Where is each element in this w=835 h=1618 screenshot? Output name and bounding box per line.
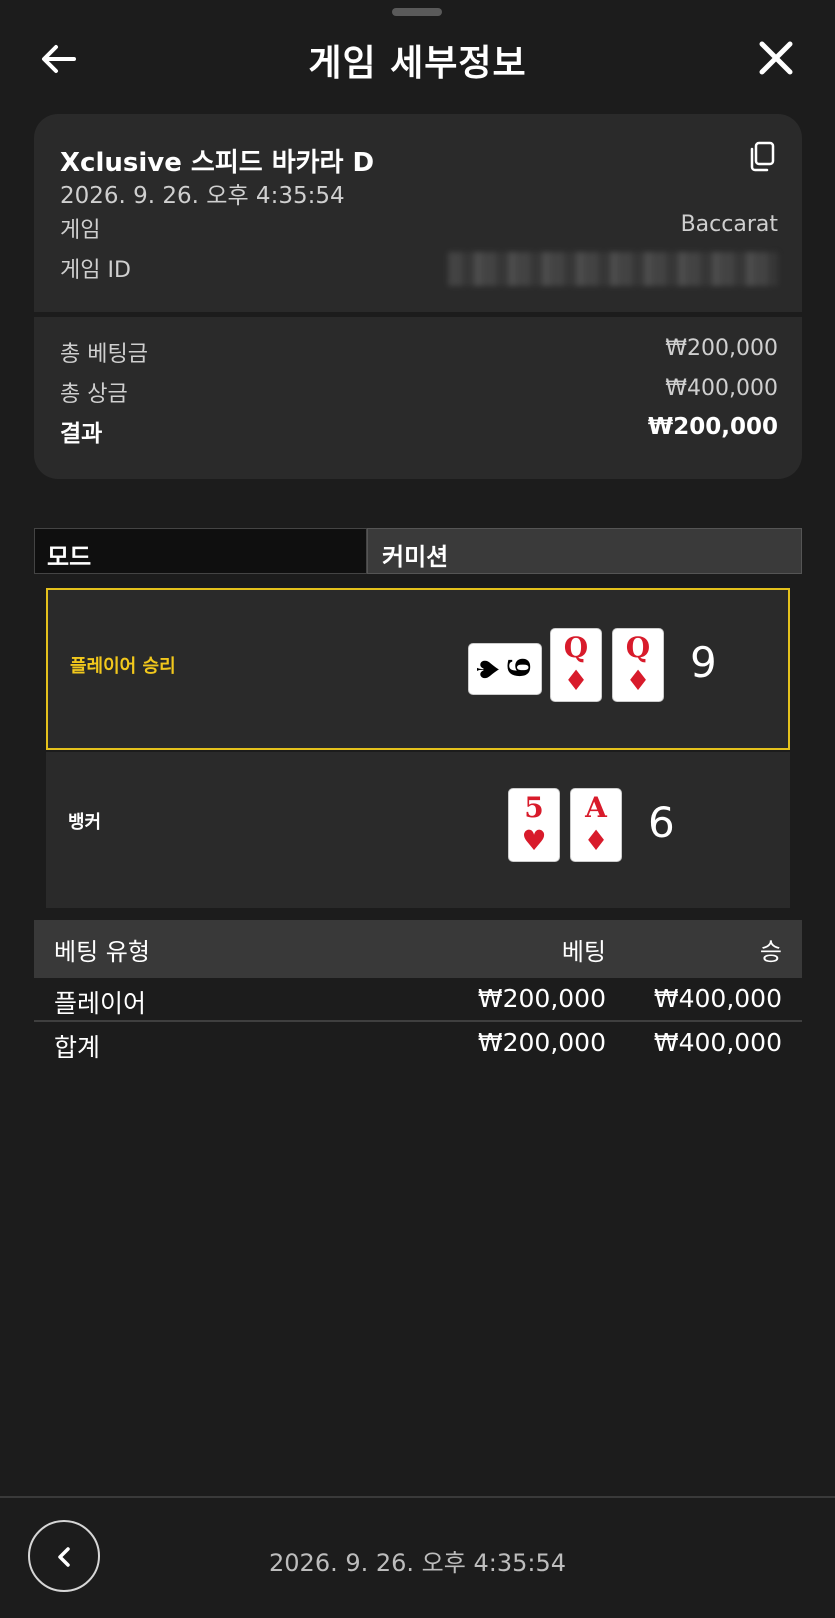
- mode-bar: 모드 커미션: [34, 528, 802, 574]
- total-prize-label: 총 상금: [60, 382, 128, 407]
- total-bet-row: 총 베팅금 ₩200,000: [60, 336, 778, 368]
- card-rank: 5: [524, 791, 544, 824]
- close-button[interactable]: [754, 36, 798, 80]
- player-hand-label: 플레이어 승리: [70, 656, 176, 677]
- close-icon: [759, 41, 793, 75]
- bet-type-cell: 합계: [54, 1033, 101, 1062]
- bet-amount-cell: ₩200,000: [477, 1028, 606, 1057]
- game-details-page: 게임 세부정보 Xclusive 스피드 바카라 D 2026. 9. 26. …: [0, 0, 835, 1618]
- total-prize-row: 총 상금 ₩400,000: [60, 376, 778, 408]
- banker-card-1: 5 ♥: [508, 788, 560, 862]
- total-prize-value: ₩400,000: [665, 376, 778, 401]
- card-divider: [34, 312, 802, 317]
- total-bet-value: ₩200,000: [665, 336, 778, 361]
- player-score: 9: [690, 638, 717, 687]
- bet-table: 베팅 유형 베팅 승 플레이어 ₩200,000 ₩400,000 합계 ₩20…: [34, 920, 802, 1066]
- header-bet: 베팅: [561, 938, 606, 966]
- table-row-total: 합계 ₩200,000 ₩400,000: [34, 1022, 802, 1066]
- copy-icon: [750, 141, 775, 172]
- page-title: 게임 세부정보: [308, 43, 527, 84]
- footer-divider: [0, 1496, 835, 1498]
- result-label: 결과: [60, 421, 103, 447]
- spade-icon: ♠: [468, 656, 504, 683]
- diamond-icon: ♦: [563, 664, 589, 697]
- banker-hand: 뱅커 5 ♥ A ♦ 6: [46, 752, 790, 908]
- mode-value: 커미션: [367, 528, 802, 574]
- copy-button[interactable]: [746, 140, 778, 174]
- player-card-3: Q ♦: [612, 628, 664, 702]
- game-datetime: 2026. 9. 26. 오후 4:35:54: [60, 183, 345, 209]
- game-id-row: 게임 ID: [60, 252, 778, 286]
- header-win: 승: [759, 938, 782, 966]
- bet-amount-cell: ₩200,000: [477, 984, 606, 1013]
- player-hand: 플레이어 승리 ♠ 9 Q ♦ Q ♦ 9: [46, 588, 790, 750]
- win-amount-cell: ₩400,000: [653, 984, 782, 1013]
- game-value: Baccarat: [680, 212, 778, 237]
- bet-type-cell: 플레이어: [54, 989, 147, 1018]
- result-row: 결과 ₩200,000: [60, 414, 778, 448]
- banker-score: 6: [648, 798, 675, 847]
- total-bet-label: 총 베팅금: [60, 342, 148, 367]
- banker-card-2: A ♦: [570, 788, 622, 862]
- table-row: 플레이어 ₩200,000 ₩400,000: [34, 978, 802, 1022]
- result-value: ₩200,000: [647, 414, 778, 440]
- player-card-2: Q ♦: [550, 628, 602, 702]
- card-rank: A: [585, 791, 607, 824]
- bet-table-header: 베팅 유형 베팅 승: [34, 920, 802, 978]
- game-info-card: Xclusive 스피드 바카라 D 2026. 9. 26. 오후 4:35:…: [34, 114, 802, 479]
- mode-label: 모드: [34, 528, 367, 574]
- game-id-redacted: [448, 252, 778, 286]
- game-row: 게임 Baccarat: [60, 212, 778, 244]
- heart-icon: ♥: [521, 824, 547, 857]
- game-name: Xclusive 스피드 바카라 D: [60, 148, 375, 178]
- game-id-label: 게임 ID: [60, 258, 131, 283]
- game-label: 게임: [60, 218, 101, 243]
- win-amount-cell: ₩400,000: [653, 1028, 782, 1057]
- card-rank: Q: [625, 631, 651, 664]
- diamond-icon: ♦: [583, 824, 609, 857]
- card-rank: Q: [563, 631, 589, 664]
- header: 게임 세부정보: [0, 0, 835, 110]
- header-bet-type: 베팅 유형: [54, 938, 150, 966]
- footer-datetime: 2026. 9. 26. 오후 4:35:54: [269, 1549, 566, 1577]
- card-rank: 9: [499, 657, 535, 678]
- diamond-icon: ♦: [625, 664, 651, 697]
- player-card-1: ♠ 9: [468, 643, 542, 695]
- banker-hand-label: 뱅커: [68, 812, 102, 833]
